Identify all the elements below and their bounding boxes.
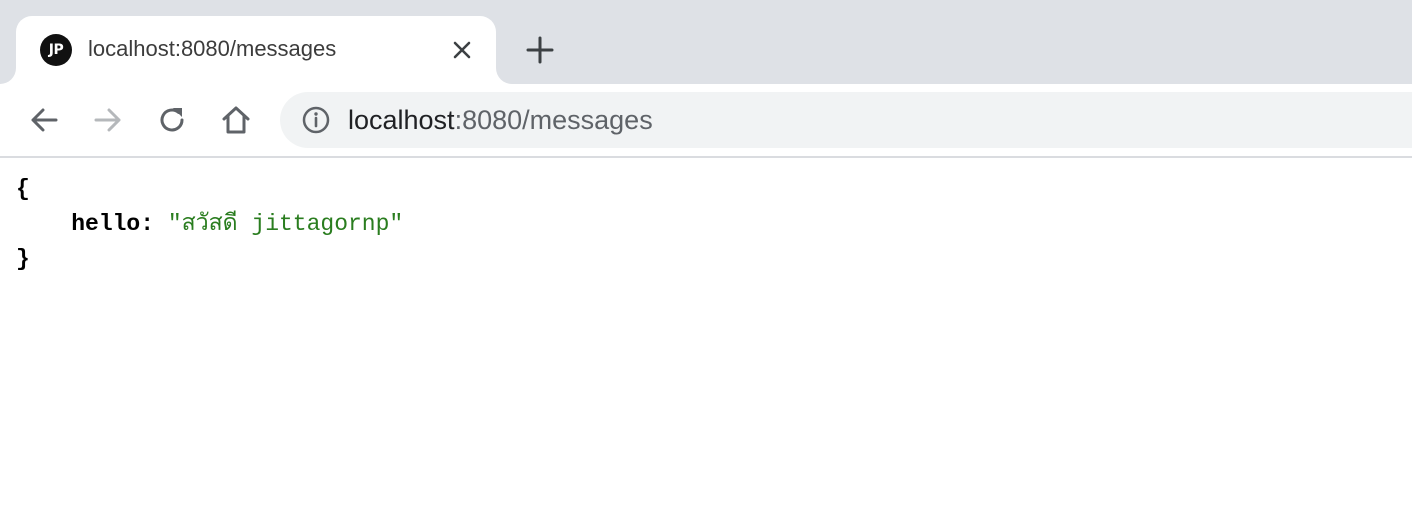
close-icon[interactable]	[450, 38, 474, 62]
json-viewer: { hello: "สวัสดี jittagornp" }	[16, 172, 403, 277]
browser-toolbar: localhost:8080/messages	[0, 84, 1412, 158]
active-tab[interactable]: JP localhost:8080/messages	[16, 16, 496, 84]
favicon: JP	[40, 34, 72, 66]
url-text[interactable]: localhost:8080/messages	[348, 105, 653, 136]
json-string-value: "สวัสดี jittagornp"	[167, 211, 404, 237]
address-bar[interactable]: localhost:8080/messages	[280, 92, 1412, 148]
arrow-left-icon[interactable]	[26, 102, 62, 138]
info-icon[interactable]	[302, 106, 330, 134]
json-entry: hello: "สวัสดี jittagornp"	[16, 207, 403, 242]
tab-title: localhost:8080/messages	[88, 36, 337, 61]
json-key: hello:	[71, 211, 155, 237]
json-close-brace: }	[16, 246, 30, 272]
url-host: localhost	[348, 105, 455, 135]
url-path: :8080/messages	[454, 105, 653, 135]
home-icon[interactable]	[218, 102, 254, 138]
json-open-brace: {	[16, 176, 30, 202]
tab-strip: JP localhost:8080/messages	[0, 0, 1412, 84]
reload-icon[interactable]	[154, 102, 190, 138]
arrow-right-icon[interactable]	[90, 102, 126, 138]
plus-icon[interactable]	[524, 34, 556, 66]
